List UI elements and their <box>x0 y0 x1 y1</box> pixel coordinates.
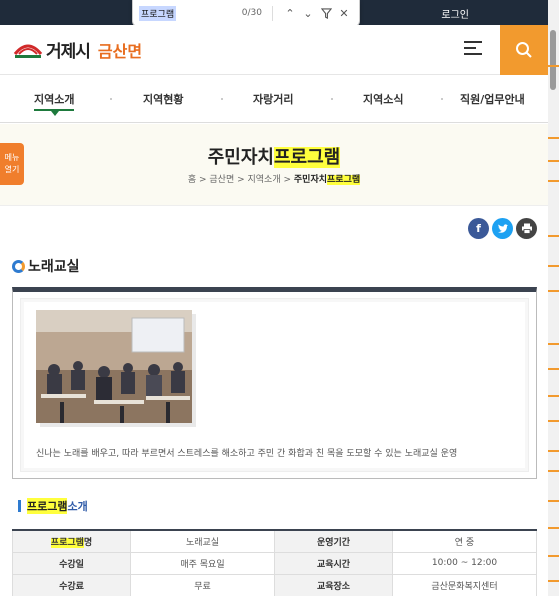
table-header-cell: 교육시간 <box>274 551 393 575</box>
page-hero: 주민자치프로그램 홈 > 금산면 > 지역소개 > 주민자치프로그램 <box>0 124 548 206</box>
nav-item-news[interactable]: 지역소식 <box>363 91 403 107</box>
login-link[interactable]: 로그인 <box>441 6 469 21</box>
breadcrumb-district[interactable]: 금산면 <box>209 175 234 185</box>
table-row: 수강료 무료 교육장소 금산문화복지센터 <box>12 573 537 596</box>
breadcrumb-section[interactable]: 지역소개 <box>248 175 281 185</box>
twitter-icon[interactable] <box>492 218 513 239</box>
share-buttons: f <box>468 218 537 239</box>
nav-item-staff[interactable]: 직원/업무안내 <box>460 91 525 107</box>
hamburger-icon[interactable] <box>464 41 482 57</box>
nav-divider <box>221 98 223 100</box>
search-button[interactable] <box>500 25 548 75</box>
find-match-marker <box>548 290 559 292</box>
section-title: 노래교실 <box>12 256 80 276</box>
find-bar: 프로그램 0/30 ⌃ ⌄ ✕ <box>132 0 360 27</box>
main-nav: 지역소개 지역현황 자랑거리 지역소식 직원/업무안내 <box>0 75 548 123</box>
find-separator <box>272 5 273 21</box>
logo-icon <box>13 40 43 60</box>
find-input[interactable]: 프로그램 <box>139 5 177 21</box>
table-cell: 무료 <box>130 573 275 596</box>
program-intro-title: 프로그램 소개 <box>18 498 88 514</box>
filter-icon[interactable] <box>317 4 335 22</box>
table-row: 수강일 매주 목요일 교육시간 10:00 ~ 12:00 <box>12 551 537 575</box>
find-match-marker <box>548 265 559 267</box>
chevron-up-icon[interactable]: ⌃ <box>281 4 299 22</box>
breadcrumb-home[interactable]: 홈 <box>188 175 196 185</box>
table-cell: 연 중 <box>392 529 537 553</box>
find-match-marker <box>548 160 559 162</box>
nav-active-indicator <box>51 111 59 116</box>
find-match-marker <box>548 395 559 397</box>
table-row: 프로그램명 노래교실 운영기간 연 중 <box>12 529 537 553</box>
facebook-icon[interactable]: f <box>468 218 489 239</box>
program-box: 신나는 노래를 배우고, 따라 부르면서 스트레스를 해소하고 주민 간 화합과… <box>12 287 537 479</box>
nav-divider <box>441 98 443 100</box>
find-match-marker <box>548 500 559 502</box>
table-cell: 매주 목요일 <box>130 551 275 575</box>
table-header-cell: 수강료 <box>12 573 131 596</box>
site-logo[interactable]: 거제시 금산면 <box>13 37 142 62</box>
find-match-marker <box>548 65 559 67</box>
find-match-marker <box>548 527 559 529</box>
find-match-marker <box>548 180 559 182</box>
find-match-marker <box>548 580 559 582</box>
print-icon[interactable] <box>516 218 537 239</box>
nav-divider <box>110 98 112 100</box>
find-match-marker <box>548 420 559 422</box>
nav-item-status[interactable]: 지역현황 <box>143 91 183 107</box>
table-cell: 10:00 ~ 12:00 <box>392 551 537 575</box>
nav-item-intro[interactable]: 지역소개 <box>34 91 75 111</box>
table-cell: 노래교실 <box>130 529 275 553</box>
find-match-marker <box>548 137 559 139</box>
find-match-marker <box>548 235 559 237</box>
logo-district-name: 금산면 <box>97 41 143 61</box>
find-match-marker <box>548 555 559 557</box>
find-match-marker <box>548 368 559 370</box>
table-header-cell: 교육장소 <box>274 573 393 596</box>
scrollbar-thumb[interactable] <box>550 30 556 90</box>
title-bar-icon <box>18 500 21 512</box>
logo-city-name: 거제시 <box>46 42 91 62</box>
table-header-cell: 운영기간 <box>274 529 393 553</box>
table-header-cell: 수강일 <box>12 551 131 575</box>
open-menu-button[interactable]: 메뉴 열기 <box>0 143 24 185</box>
close-icon[interactable]: ✕ <box>335 4 353 22</box>
nav-divider <box>331 98 333 100</box>
find-count: 0/30 <box>241 8 262 18</box>
find-match-marker <box>548 470 559 472</box>
ring-icon <box>12 259 25 273</box>
class-photo <box>36 310 192 423</box>
table-cell: 금산문화복지센터 <box>392 573 537 596</box>
site-header: 거제시 금산면 <box>0 25 548 75</box>
nav-item-pride[interactable]: 자랑거리 <box>253 91 293 107</box>
program-info-table: 프로그램명 노래교실 운영기간 연 중 수강일 매주 목요일 교육시간 10:0… <box>12 529 537 596</box>
breadcrumb-current: 주민자치프로그램 <box>293 175 361 185</box>
find-match-marker <box>548 450 559 452</box>
table-header-cell: 프로그램명 <box>12 529 131 553</box>
breadcrumb: 홈 > 금산면 > 지역소개 > 주민자치프로그램 <box>187 175 361 185</box>
find-match-marker <box>548 343 559 345</box>
program-description: 신나는 노래를 배우고, 따라 부르면서 스트레스를 해소하고 주민 간 화합과… <box>36 449 458 459</box>
search-icon <box>516 42 532 58</box>
chevron-down-icon[interactable]: ⌄ <box>299 4 317 22</box>
page-title: 주민자치프로그램 <box>207 147 341 168</box>
